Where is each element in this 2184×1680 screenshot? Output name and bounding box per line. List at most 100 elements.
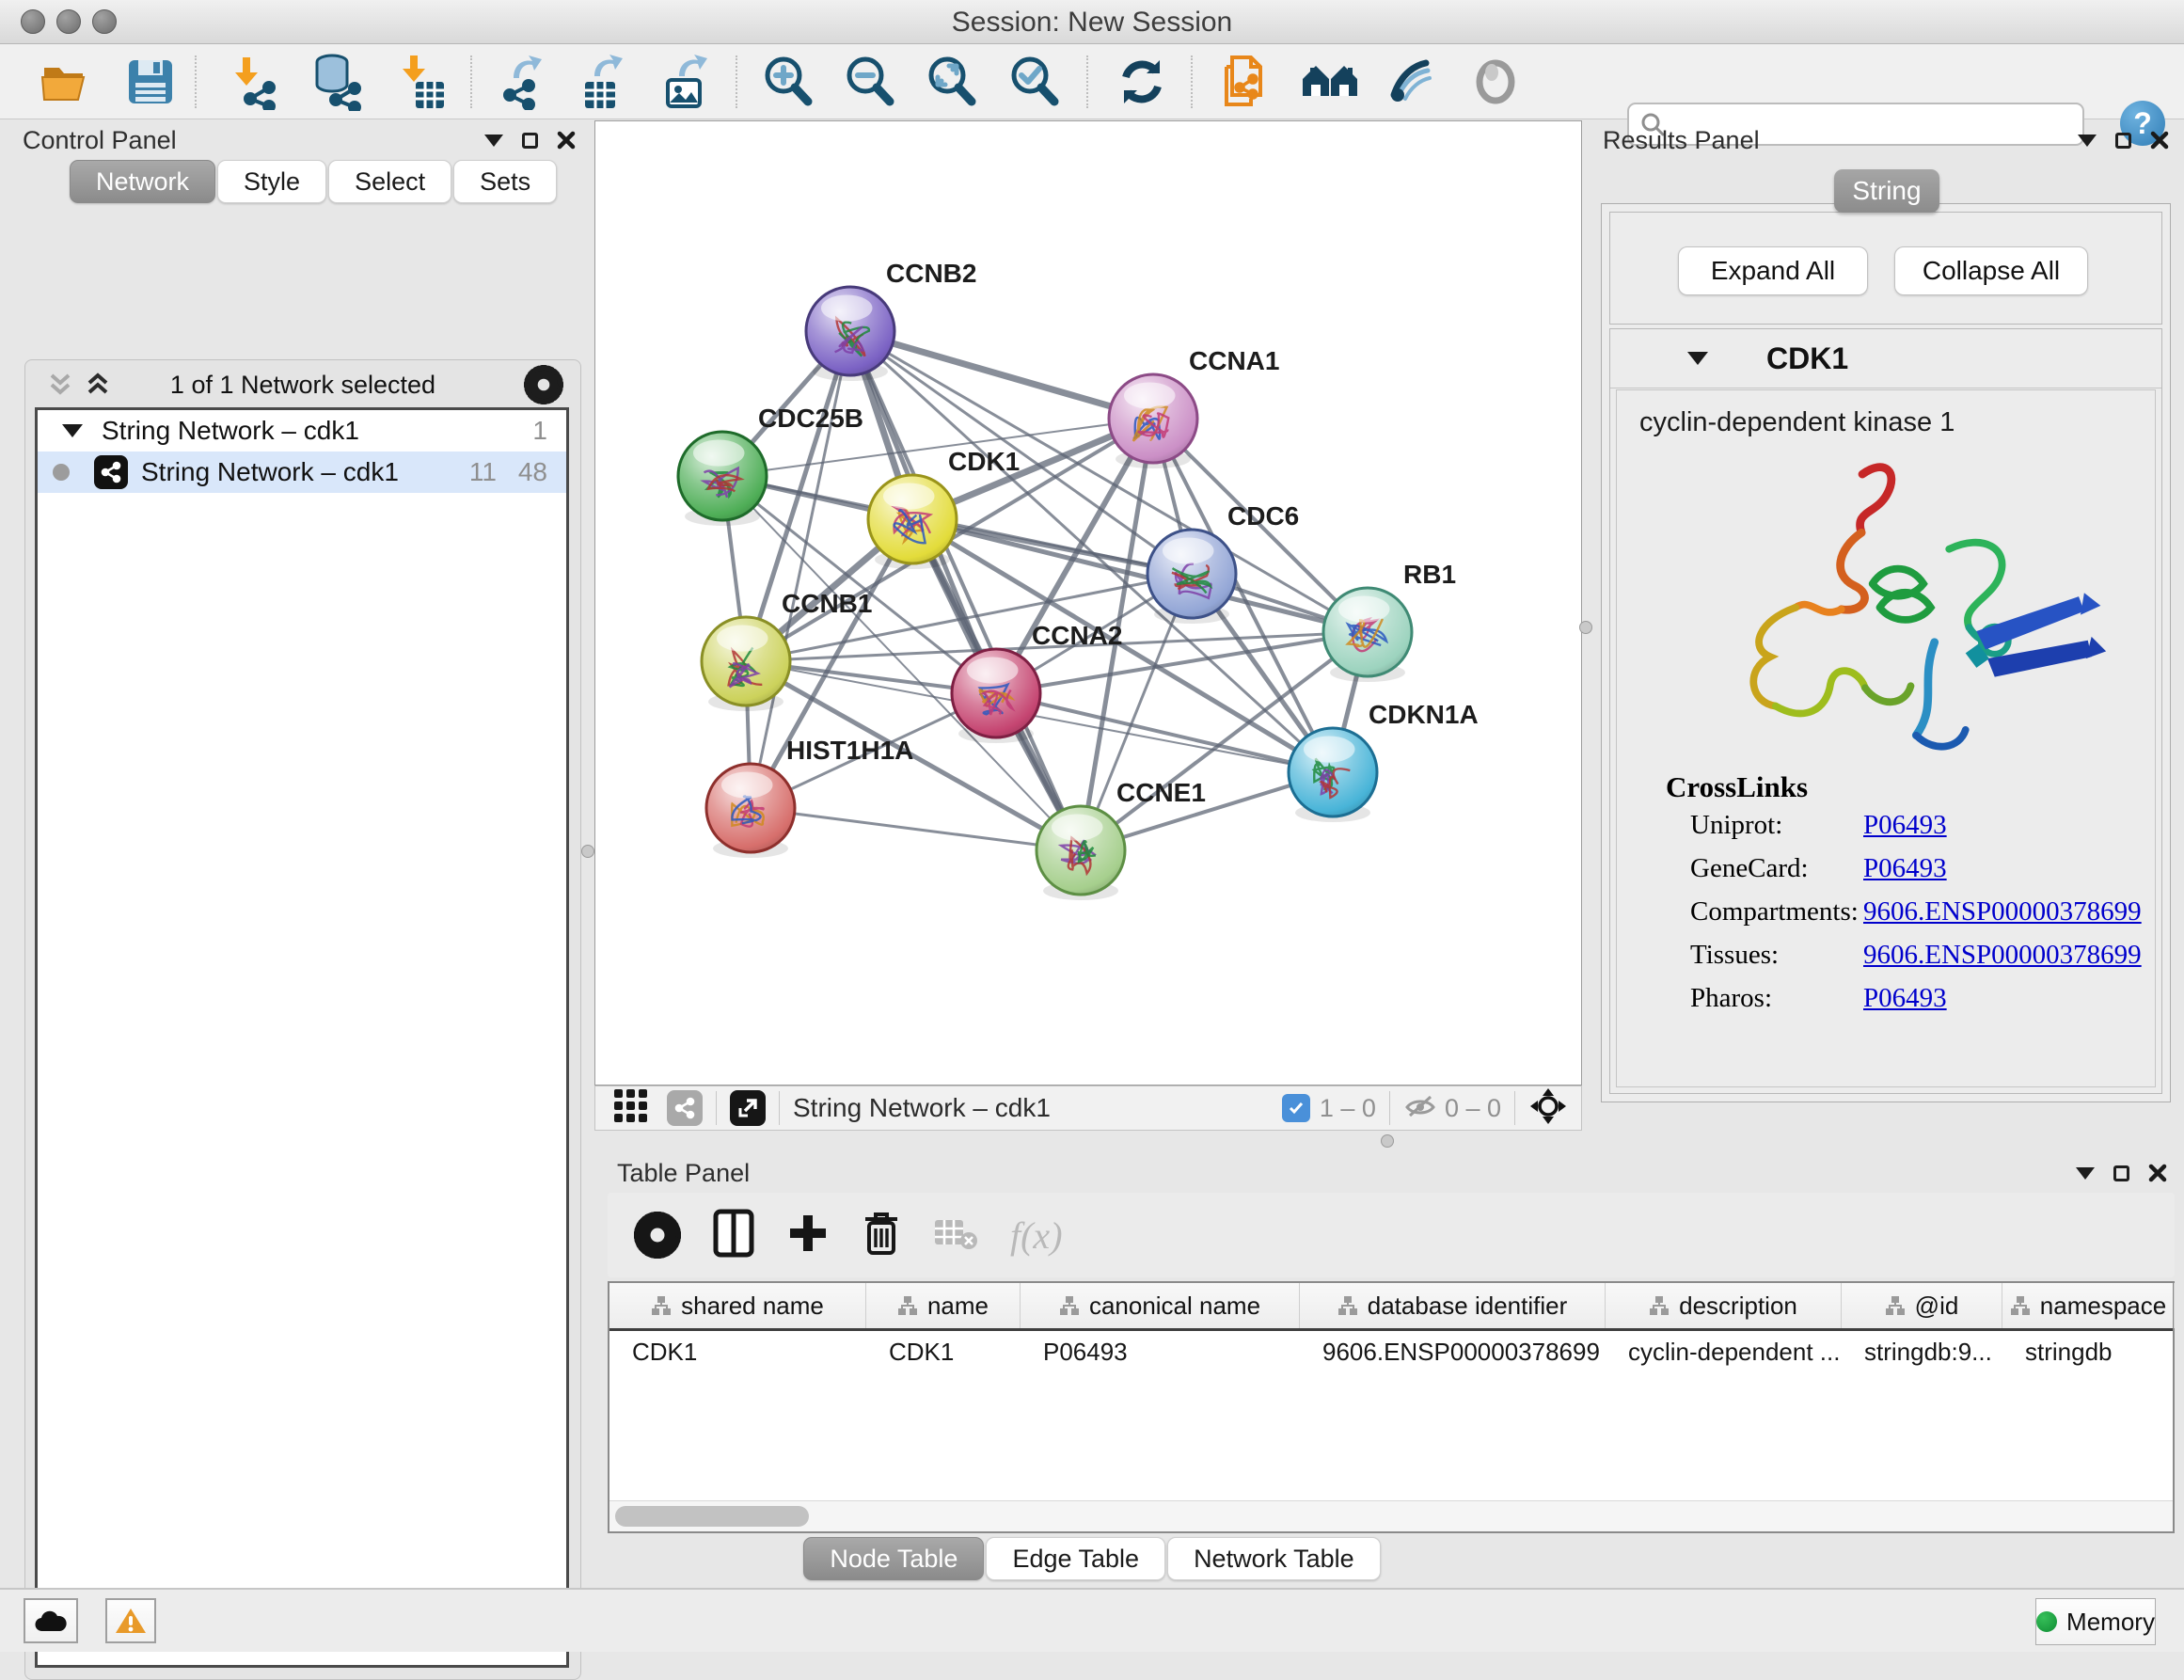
birdseye-crosshair-icon[interactable] (1528, 1086, 1568, 1131)
network-node-ccne1[interactable] (1037, 806, 1125, 900)
network-node-rb1[interactable] (1323, 588, 1412, 682)
export-image-icon[interactable] (655, 52, 715, 112)
hidden-eye-icon[interactable] (1403, 1092, 1437, 1125)
zoom-selected-icon[interactable] (1005, 52, 1065, 112)
node-table[interactable]: shared name namecanonical namedatabase id… (608, 1281, 2175, 1533)
gear-icon[interactable] (524, 365, 563, 404)
crosslink-value[interactable]: 9606.ENSP00000378699 (1863, 896, 2142, 927)
memory-button[interactable]: Memory (2035, 1598, 2156, 1645)
open-session-icon[interactable] (36, 52, 96, 112)
import-network-database-icon[interactable] (307, 52, 367, 112)
maximize-panel-icon[interactable] (2113, 1165, 2129, 1181)
warning-icon (115, 1607, 147, 1635)
cloud-button[interactable] (24, 1598, 78, 1643)
zoom-in-icon[interactable] (758, 52, 818, 112)
network-canvas[interactable]: CCNB2CCNA1CDC25BCDK1CDC6RB1CCNB1CCNA2CDK… (594, 120, 1582, 1086)
network-node-ccnb2[interactable] (806, 287, 894, 381)
maximize-panel-icon[interactable] (2115, 133, 2131, 149)
save-session-icon[interactable] (120, 52, 181, 112)
crosslink-value[interactable]: P06493 (1863, 853, 1947, 884)
table-cell[interactable]: stringdb (2002, 1331, 2175, 1372)
disclosure-triangle-icon[interactable] (1687, 352, 1708, 365)
apply-layout-icon[interactable] (1112, 52, 1172, 112)
column-header-namespace[interactable]: namespace (2002, 1283, 2175, 1328)
close-panel-icon[interactable] (2150, 131, 2169, 150)
network-node-ccna1[interactable] (1109, 374, 1197, 468)
panel-divider-handle[interactable] (1579, 621, 1592, 634)
maximize-panel-icon[interactable] (522, 133, 538, 149)
network-graph[interactable]: CCNB2CCNA1CDC25BCDK1CDC6RB1CCNB1CCNA2CDK… (595, 121, 1581, 1085)
tab-network[interactable]: Network (70, 160, 215, 203)
tab-string[interactable]: String (1834, 169, 1939, 213)
export-table-icon[interactable] (572, 52, 632, 112)
float-panel-icon[interactable] (2076, 1167, 2095, 1180)
horizontal-scrollbar[interactable] (609, 1500, 2173, 1531)
paired-houses-icon[interactable] (1300, 52, 1360, 112)
network-node-cdk1[interactable] (868, 475, 957, 569)
column-header-shared-name[interactable]: shared name (609, 1283, 866, 1328)
network-node-cdkn1a[interactable] (1289, 728, 1377, 822)
open-in-new-window-icon[interactable] (730, 1090, 766, 1126)
column-label: shared name (681, 1292, 824, 1321)
disclosure-triangle-icon[interactable] (62, 424, 83, 437)
import-network-file-icon[interactable] (224, 52, 284, 112)
table-settings-gear-icon[interactable] (634, 1212, 681, 1259)
add-column-icon[interactable] (786, 1212, 830, 1260)
export-network-icon[interactable] (491, 52, 551, 112)
table-cell[interactable]: 9606.ENSP00000378699 (1300, 1331, 1606, 1372)
network-node-ccnb1[interactable] (702, 617, 790, 711)
graphics-details-icon[interactable] (1383, 52, 1443, 112)
crosslink-value[interactable]: P06493 (1863, 983, 1947, 1014)
float-panel-icon[interactable] (2078, 135, 2097, 147)
network-collection-row[interactable]: String Network – cdk1 1 (38, 410, 566, 452)
network-node-hist1h1a[interactable] (706, 764, 795, 858)
crosslink-label: Tissues: (1690, 940, 1779, 971)
column-label: namespace (2040, 1292, 2166, 1321)
column-header-description[interactable]: description (1606, 1283, 1842, 1328)
float-panel-icon[interactable] (484, 135, 503, 147)
table-row[interactable]: CDK1CDK1P064939606.ENSP00000378699cyclin… (609, 1331, 2173, 1372)
network-node-cdc25b[interactable] (678, 432, 767, 526)
column-header-name[interactable]: name (866, 1283, 1021, 1328)
tab-sets[interactable]: Sets (453, 160, 557, 203)
column-header-canonical-name[interactable]: canonical name (1021, 1283, 1300, 1328)
collapse-all-button[interactable]: Collapse All (1894, 246, 2088, 295)
network-list: String Network – cdk1 1 String Network –… (35, 407, 569, 1668)
table-cell[interactable]: P06493 (1021, 1331, 1300, 1372)
close-panel-icon[interactable] (557, 131, 576, 150)
warning-button[interactable] (105, 1598, 156, 1643)
share-view-icon[interactable] (667, 1090, 703, 1126)
network-node-cdc6[interactable] (1147, 530, 1236, 624)
tab-node-table[interactable]: Node Table (803, 1537, 984, 1580)
network-node-ccna2[interactable] (952, 649, 1040, 743)
crosslink-value[interactable]: 9606.ENSP00000378699 (1863, 940, 2142, 971)
gene-section-header[interactable]: CDK1 (1610, 329, 2161, 388)
table-cell[interactable]: CDK1 (866, 1331, 1021, 1372)
select-columns-icon[interactable] (713, 1209, 754, 1262)
table-cell[interactable]: cyclin-dependent ... (1606, 1331, 1842, 1372)
tab-edge-table[interactable]: Edge Table (986, 1537, 1165, 1580)
table-cell[interactable]: stringdb:9... (1842, 1331, 2002, 1372)
scrollbar-thumb[interactable] (615, 1506, 809, 1527)
panel-divider-handle[interactable] (1381, 1134, 1394, 1148)
close-panel-icon[interactable] (2148, 1164, 2167, 1182)
delete-column-icon[interactable] (862, 1210, 901, 1261)
import-table-icon[interactable] (391, 52, 451, 112)
zoom-out-icon[interactable] (840, 52, 900, 112)
zoom-fit-icon[interactable] (922, 52, 982, 112)
network-row[interactable]: String Network – cdk1 11 48 (38, 452, 566, 493)
toolbar-separator (1191, 55, 1193, 108)
selected-checkbox-icon[interactable] (1282, 1094, 1310, 1122)
column-header-@id[interactable]: @id (1842, 1283, 2002, 1328)
panel-divider-handle[interactable] (581, 845, 594, 858)
tab-style[interactable]: Style (217, 160, 326, 203)
new-network-from-selection-icon[interactable] (1217, 52, 1277, 112)
tab-network-table[interactable]: Network Table (1167, 1537, 1381, 1580)
crosslink-value[interactable]: P06493 (1863, 810, 1947, 841)
tab-select[interactable]: Select (328, 160, 451, 203)
column-header-database-identifier[interactable]: database identifier (1300, 1283, 1606, 1328)
birds-eye-view-icon[interactable] (1465, 52, 1526, 112)
table-cell[interactable]: CDK1 (609, 1331, 866, 1372)
expand-all-button[interactable]: Expand All (1678, 246, 1868, 295)
grid-view-icon[interactable] (612, 1087, 650, 1130)
